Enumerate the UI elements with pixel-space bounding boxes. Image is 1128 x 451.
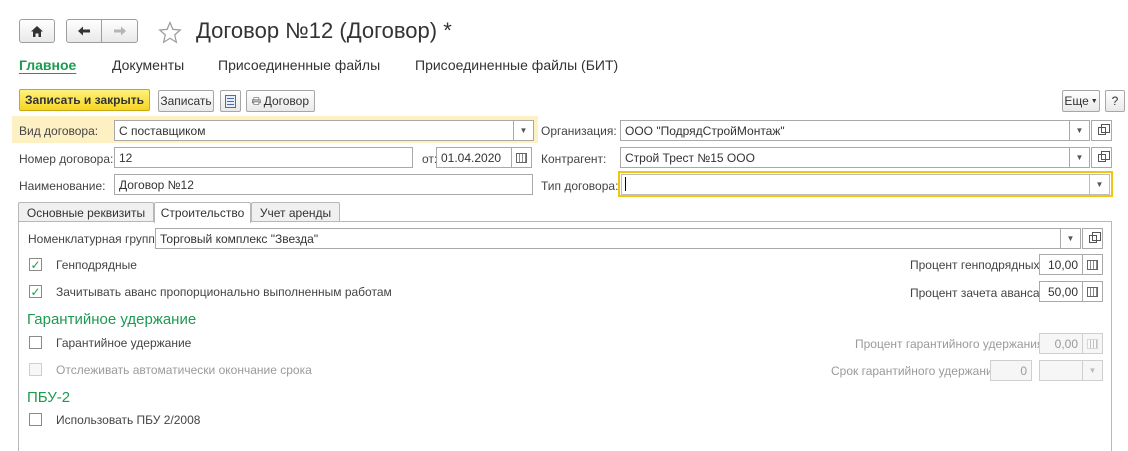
- star-icon[interactable]: [158, 21, 182, 44]
- contract-type-label: Тип договора:: [541, 179, 619, 193]
- home-button[interactable]: [19, 19, 55, 43]
- contract-kind-field[interactable]: С поставщиком: [114, 120, 514, 141]
- save-button[interactable]: Записать: [158, 90, 214, 112]
- save-and-close-button[interactable]: Записать и закрыть: [19, 89, 150, 111]
- calculator-icon: [1087, 259, 1098, 270]
- guarantee-term-unit-field: [1039, 360, 1083, 381]
- open-form-icon: [1097, 123, 1110, 135]
- text-cursor: [625, 177, 626, 191]
- pbu-label: Использовать ПБУ 2/2008: [56, 413, 201, 427]
- advance-percent-field[interactable]: 50,00: [1039, 281, 1083, 302]
- list-button[interactable]: [220, 90, 241, 112]
- help-button[interactable]: ?: [1105, 90, 1125, 112]
- organization-open-button[interactable]: [1091, 120, 1112, 141]
- general-contract-checkbox[interactable]: ✓: [29, 258, 42, 271]
- general-percent-calculator[interactable]: [1082, 254, 1103, 275]
- guarantee-percent-field: 0,00: [1039, 333, 1083, 354]
- organization-label: Организация:: [541, 124, 617, 138]
- chevron-down-icon: ▼: [1090, 97, 1098, 105]
- contract-number-label: Номер договора:: [19, 152, 114, 166]
- advance-percent-label: Процент зачета аванса:: [910, 286, 1043, 300]
- contract-number-field[interactable]: 12: [114, 147, 413, 168]
- name-field[interactable]: Договор №12: [114, 174, 533, 195]
- guarantee-checkbox[interactable]: [29, 336, 42, 349]
- guarantee-label: Гарантийное удержание: [56, 336, 192, 350]
- nomenclature-group-dropdown[interactable]: ▼: [1060, 228, 1081, 249]
- contract-kind-dropdown[interactable]: ▼: [513, 120, 534, 141]
- arrow-right-icon: [113, 26, 126, 36]
- counterparty-open-button[interactable]: [1091, 147, 1112, 168]
- nomenclature-group-field[interactable]: Торговый комплекс "Звезда": [155, 228, 1061, 249]
- chevron-down-icon: ▼: [1075, 153, 1084, 162]
- nav-tab-documents[interactable]: Документы: [112, 57, 184, 73]
- guarantee-percent-label: Процент гарантийного удержания:: [855, 337, 1047, 351]
- date-label: от:: [422, 152, 438, 166]
- chevron-down-icon: ▼: [1075, 126, 1084, 135]
- date-picker-button[interactable]: [511, 147, 532, 168]
- counterparty-label: Контрагент:: [541, 152, 607, 166]
- page-title: Договор №12 (Договор) *: [196, 18, 452, 43]
- advance-offset-label: Зачитывать аванс пропорционально выполне…: [56, 285, 392, 299]
- organization-dropdown[interactable]: ▼: [1069, 120, 1090, 141]
- open-form-icon: [1088, 231, 1101, 243]
- advance-percent-calculator[interactable]: [1082, 281, 1103, 302]
- print-contract-button[interactable]: Договор: [246, 90, 315, 112]
- calendar-icon: [516, 152, 527, 163]
- print-contract-label: Договор: [263, 94, 309, 108]
- general-percent-label: Процент генподрядных:: [910, 258, 1043, 272]
- general-contract-label: Генподрядные: [56, 258, 137, 272]
- tab-rent-accounting[interactable]: Учет аренды: [251, 202, 340, 222]
- nomenclature-group-open-button[interactable]: [1082, 228, 1103, 249]
- nav-tab-attached-files-bit[interactable]: Присоединенные файлы (БИТ): [415, 57, 618, 73]
- contract-kind-label: Вид договора:: [19, 124, 99, 138]
- more-button[interactable]: Еще ▼: [1062, 90, 1100, 112]
- guarantee-percent-calculator: [1082, 333, 1103, 354]
- home-icon: [31, 25, 43, 37]
- nav-tab-attached-files[interactable]: Присоединенные файлы: [218, 57, 380, 73]
- chevron-down-icon: ▼: [1066, 234, 1075, 243]
- chevron-down-icon: ▼: [1088, 366, 1097, 375]
- contract-type-dropdown[interactable]: ▼: [1089, 174, 1110, 195]
- guarantee-section-title: Гарантийное удержание: [27, 311, 197, 328]
- counterparty-dropdown[interactable]: ▼: [1069, 147, 1090, 168]
- guarantee-term-label: Срок гарантийного удержания:: [831, 364, 1003, 378]
- guarantee-term-unit-dropdown: ▼: [1082, 360, 1103, 381]
- contract-type-field[interactable]: [621, 174, 1090, 195]
- nomenclature-group-label: Номенклатурная группа:: [28, 232, 165, 246]
- organization-field[interactable]: ООО "ПодрядСтройМонтаж": [620, 120, 1070, 141]
- name-label: Наименование:: [19, 179, 106, 193]
- chevron-down-icon: ▼: [1095, 180, 1104, 189]
- tab-main-details[interactable]: Основные реквизиты: [18, 202, 154, 222]
- printer-icon: [252, 97, 261, 105]
- guarantee-term-field: 0: [990, 360, 1032, 381]
- back-button[interactable]: [66, 19, 102, 43]
- forward-button[interactable]: [101, 19, 138, 43]
- counterparty-field[interactable]: Строй Трест №15 ООО: [620, 147, 1070, 168]
- chevron-down-icon: ▼: [519, 126, 528, 135]
- more-label: Еще: [1064, 94, 1089, 108]
- pbu-checkbox[interactable]: [29, 413, 42, 426]
- track-end-checkbox: [29, 363, 42, 376]
- track-end-label: Отслеживать автоматически окончание срок…: [56, 363, 312, 377]
- calculator-icon: [1087, 338, 1098, 349]
- open-form-icon: [1097, 150, 1110, 162]
- advance-offset-checkbox[interactable]: ✓: [29, 285, 42, 298]
- calculator-icon: [1087, 286, 1098, 297]
- arrow-left-icon: [78, 26, 90, 36]
- date-field[interactable]: 01.04.2020: [436, 147, 512, 168]
- nav-tab-main[interactable]: Главное: [19, 57, 76, 73]
- pbu-section-title: ПБУ-2: [27, 389, 71, 406]
- tab-construction[interactable]: Строительство: [154, 202, 251, 223]
- general-percent-field[interactable]: 10,00: [1039, 254, 1083, 275]
- list-icon: [225, 94, 236, 108]
